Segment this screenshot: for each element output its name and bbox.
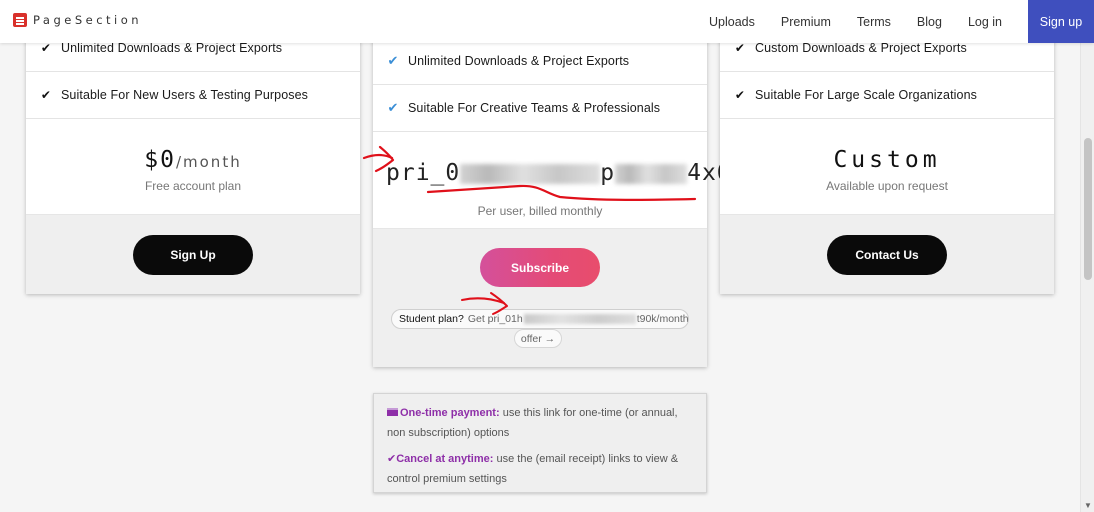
redaction-blur <box>460 163 601 184</box>
nav-blog[interactable]: Blog <box>917 15 942 29</box>
cta-area: Sign Up <box>26 215 360 294</box>
offer-link[interactable]: offer → <box>514 329 562 348</box>
sign-up-button[interactable]: Sign Up <box>133 235 253 275</box>
feature-row: ✔ Suitable For Large Scale Organizations <box>720 72 1054 119</box>
plan-card-free: ✔ Unlimited Downloads & Project Exports … <box>26 22 360 294</box>
check-icon: ✔ <box>387 453 397 465</box>
top-nav: Uploads Premium Terms Blog Log in Sign u… <box>709 0 1094 43</box>
one-time-label[interactable]: One-time payment: <box>400 407 500 419</box>
check-icon: ✔ <box>40 41 52 55</box>
feature-text: Suitable For Creative Teams & Profession… <box>408 101 661 115</box>
price-block: Custom Available upon request <box>720 119 1054 215</box>
logo-text: PageSection <box>33 13 143 27</box>
price: Custom <box>833 147 941 173</box>
redacted-price: pri_0 p 4x6 <box>386 160 732 186</box>
price-prefix: pri_0 <box>386 160 461 186</box>
nav-premium[interactable]: Premium <box>781 15 831 29</box>
price: $0/month <box>26 147 360 173</box>
top-header: PageSection Uploads Premium Terms Blog L… <box>0 0 1094 43</box>
student-link-prefix: Get pri_01h <box>467 313 523 325</box>
feature-text: Suitable For Large Scale Organizations <box>755 88 977 102</box>
feature-row: ✔ Suitable For New Users & Testing Purpo… <box>26 72 360 119</box>
cancel-note: ✔Cancel at anytime: use the (email recei… <box>387 449 693 489</box>
feature-text: Suitable For New Users & Testing Purpose… <box>61 88 309 102</box>
feature-text: Unlimited Downloads & Project Exports <box>61 41 283 55</box>
contact-us-button[interactable]: Contact Us <box>827 235 947 275</box>
feature-text: Custom Downloads & Project Exports <box>755 41 967 55</box>
check-icon: ✔ <box>734 88 746 102</box>
nav-uploads[interactable]: Uploads <box>709 15 755 29</box>
price-subtitle: Free account plan <box>144 179 242 193</box>
feature-row: ✔ Suitable For Creative Teams & Professi… <box>373 85 707 132</box>
subscribe-button[interactable]: Subscribe <box>480 248 600 287</box>
payment-info-box: One-time payment: use this link for one-… <box>373 393 707 493</box>
student-link-suffix: t90k/month <box>636 313 689 325</box>
check-icon: ✔ <box>387 53 399 68</box>
feature-row: ✔ Unlimited Downloads & Project Exports <box>373 38 707 85</box>
one-time-note: One-time payment: use this link for one-… <box>387 403 693 443</box>
scrollbar-thumb[interactable] <box>1084 138 1092 280</box>
cancel-label: Cancel at anytime: <box>396 453 494 465</box>
nav-log-in[interactable]: Log in <box>968 15 1002 29</box>
vertical-scrollbar[interactable]: ▼ <box>1080 43 1094 512</box>
feature-text: Unlimited Downloads & Project Exports <box>408 54 630 68</box>
logo-icon <box>13 13 27 27</box>
price-period: /month <box>175 153 242 171</box>
scroll-down-arrow-icon[interactable]: ▼ <box>1084 501 1092 510</box>
check-icon: ✔ <box>40 88 52 102</box>
price-subtitle: Available upon request <box>826 179 948 193</box>
check-icon: ✔ <box>734 41 746 55</box>
cta-area: Contact Us <box>720 215 1054 294</box>
redaction-blur <box>523 314 636 325</box>
logo[interactable]: PageSection <box>13 13 142 27</box>
redaction-blur <box>615 163 688 184</box>
credit-card-icon <box>387 408 398 416</box>
price-mid: p <box>600 160 616 186</box>
plan-card-enterprise: ✔ Custom Downloads & Project Exports ✔ S… <box>720 22 1054 294</box>
student-plan-label: Student plan? <box>399 313 464 325</box>
price-block: $0/month Free account plan <box>26 119 360 215</box>
price-amount: $0 <box>144 147 176 173</box>
sign-up-nav-button[interactable]: Sign up <box>1028 0 1094 43</box>
student-plan-pill[interactable]: Student plan? Get pri_01h t90k/month <box>391 309 689 329</box>
check-icon: ✔ <box>387 100 399 115</box>
price-subtitle: Per user, billed monthly <box>477 204 603 218</box>
nav-terms[interactable]: Terms <box>857 15 891 29</box>
student-plan-link[interactable]: Get pri_01h t90k/month <box>467 313 689 325</box>
